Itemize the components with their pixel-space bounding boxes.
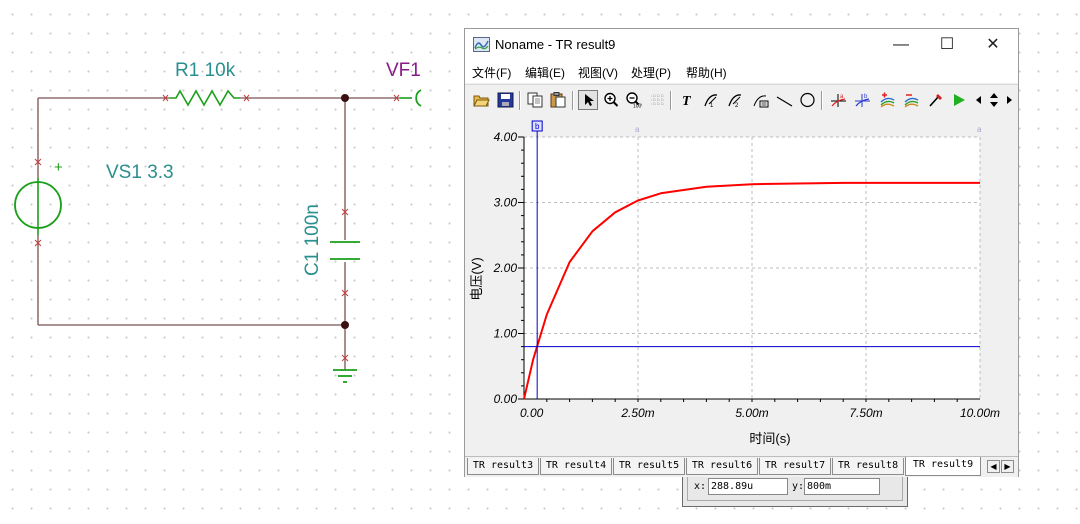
y-axis-title: 电压(V) [469, 257, 484, 300]
cursor-y-label: y: [792, 481, 805, 492]
plot-area[interactable]: 4.00 3.00 2.00 1.00 0.00 0.00 2.50m 5.00m 7.50m… [465, 117, 1018, 507]
run-icon[interactable] [949, 90, 969, 110]
x-tick-label: 0.00 [520, 406, 544, 420]
menu-view[interactable]: 视图(V) [578, 64, 618, 81]
curve-label2-icon[interactable]: 2 [725, 90, 745, 110]
title-bar[interactable]: Noname - TR result9 — ☐ ✕ [465, 29, 1018, 61]
open-icon[interactable] [471, 90, 491, 110]
tab-scroll-left-icon[interactable]: ◀ [987, 460, 1000, 473]
menu-bar: 文件(F) 编辑(E) 视图(V) 处理(P) 帮助(H) [465, 61, 1018, 83]
paste-icon[interactable] [548, 90, 568, 110]
add-curve-icon[interactable] [877, 90, 897, 110]
minimize-button[interactable]: — [878, 29, 924, 61]
y-tick-label: 1.00 [494, 327, 518, 341]
toolbar: 100% T 1 2 a b [465, 84, 1018, 117]
tab-tr-result[interactable]: TR result3 [467, 458, 539, 475]
delete-curve-icon[interactable] [901, 90, 921, 110]
tab-tr-result[interactable]: TR result5 [613, 458, 685, 475]
resistor-label: R1 10k [175, 60, 236, 81]
svg-text:100%: 100% [633, 104, 642, 109]
scroll-updown-icon[interactable] [985, 90, 1001, 110]
cursor-a-icon[interactable]: a [828, 90, 848, 110]
menu-process[interactable]: 处理(P) [631, 64, 671, 81]
probe-label: VF1 [386, 60, 421, 81]
result-tab-bar: TR result3 TR result4 TR result5 TR result6… [465, 456, 1018, 477]
zoom-100-icon[interactable]: 100% [623, 90, 643, 110]
save-icon[interactable] [495, 90, 515, 110]
x-tick-label: 2.50m [620, 406, 654, 420]
grid-icon[interactable] [647, 90, 667, 110]
tab-scroll-right-icon[interactable]: ▶ [1001, 460, 1014, 473]
resistor-r1[interactable] [170, 89, 240, 107]
app-icon [473, 37, 490, 52]
capacitor-c1[interactable] [330, 241, 360, 260]
cursor-x-label: x: [694, 481, 707, 492]
probe-icon[interactable] [925, 90, 945, 110]
line-icon[interactable] [774, 90, 794, 110]
tab-tr-result[interactable]: TR result4 [540, 458, 612, 475]
close-button[interactable]: ✕ [970, 29, 1016, 61]
svg-text:1: 1 [710, 103, 714, 108]
zoom-in-icon[interactable] [601, 90, 621, 110]
text-icon[interactable]: T [677, 90, 697, 110]
cursor-b-handle-label: b [535, 122, 540, 131]
y-tick-label: 2.00 [493, 261, 518, 275]
tab-tr-result[interactable]: TR result7 [759, 458, 831, 475]
cursor-a-top-marker: a [635, 125, 640, 134]
tab-tr-result[interactable]: TR result9 [905, 457, 981, 476]
maximize-button[interactable]: ☐ [924, 29, 970, 61]
source-polarity-plus: + [54, 159, 63, 176]
tab-tr-result[interactable]: TR result8 [832, 458, 904, 475]
junction-node-bottom [341, 321, 349, 329]
capacitor-label: C1 100n [302, 204, 323, 276]
source-label: VS1 3.3 [106, 162, 174, 183]
axis-label-icon[interactable] [750, 90, 770, 110]
curve-label-icon[interactable]: 1 [701, 90, 721, 110]
x-tick-label: 7.50m [849, 406, 882, 420]
copy-icon[interactable] [525, 90, 545, 110]
voltage-source-vs1[interactable] [14, 178, 62, 235]
tr-result-window: Noname - TR result9 — ☐ ✕ 文件(F) 编辑(E) 视图… [464, 28, 1019, 507]
menu-edit[interactable]: 编辑(E) [525, 64, 565, 81]
y-tick-label: 0.00 [494, 392, 518, 406]
y-tick-label: 3.00 [494, 196, 518, 210]
x-tick-label: 10.00m [960, 406, 1000, 420]
pointer-icon[interactable] [578, 90, 598, 110]
svg-text:2: 2 [735, 103, 739, 108]
cursor-a-top-marker-right: a [977, 125, 982, 134]
schematic-wires [37, 97, 400, 370]
cursor-b-icon[interactable]: b [852, 90, 872, 110]
cursor-x-field[interactable]: 288.89u [708, 478, 788, 495]
x-axis-title: 时间(s) [749, 431, 790, 446]
schematic-canvas[interactable]: R1 10k + VS1 3.3 C1 100n VF1 [0, 0, 470, 524]
menu-help[interactable]: 帮助(H) [686, 64, 727, 81]
cursor-y-field[interactable]: 800m [804, 478, 880, 495]
menu-file[interactable]: 文件(F) [472, 64, 511, 81]
y-tick-label: 4.00 [494, 130, 518, 144]
junction-node-top [341, 94, 349, 102]
tab-tr-result[interactable]: TR result6 [686, 458, 758, 475]
window-title: Noname - TR result9 [495, 37, 616, 52]
svg-text:T: T [682, 94, 692, 108]
ellipse-icon[interactable] [797, 90, 817, 110]
ground-symbol[interactable] [333, 369, 357, 383]
x-tick-label: 5.00m [735, 406, 768, 420]
scroll-left-icon[interactable] [971, 90, 985, 110]
scroll-right-icon[interactable] [1001, 90, 1015, 110]
probe-vf1[interactable] [415, 89, 422, 107]
